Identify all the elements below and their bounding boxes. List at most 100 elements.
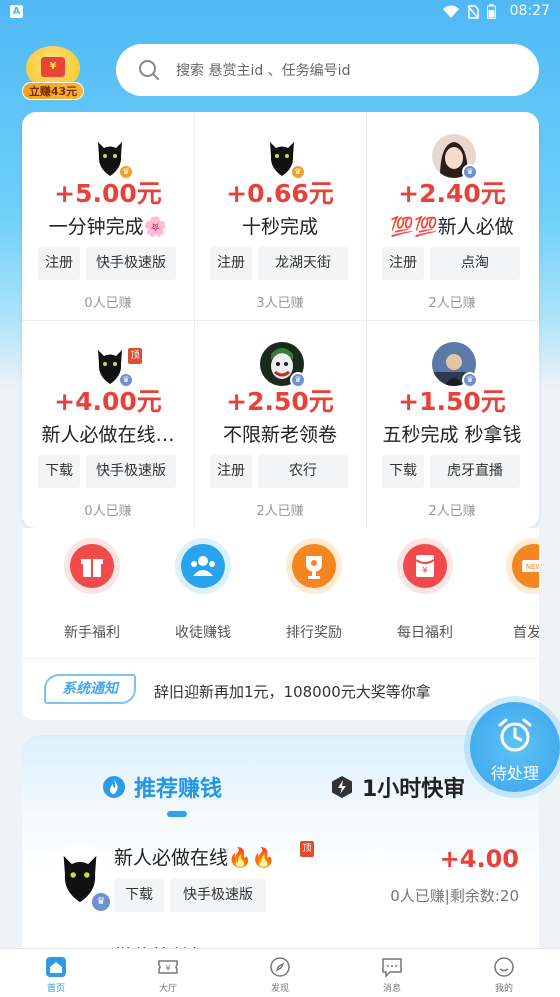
task-title: 新人必做在线🔥🔥: [114, 847, 276, 869]
task-app-tag: 虎牙直播: [430, 455, 520, 488]
task-title: 五秒完成 秒拿钱: [382, 424, 522, 446]
task-app-tag: 快手极速版: [86, 247, 176, 280]
menu-label: 新手福利: [64, 625, 120, 641]
menu-label: 收徒赚钱: [175, 625, 231, 641]
task-type-tag: 注册: [210, 455, 252, 488]
task-card[interactable]: ♛ +5.00元 一分钟完成🌸 注册 快手极速版 0人已赚: [22, 112, 194, 320]
task-amount: +2.50元: [226, 387, 334, 416]
system-notice-text[interactable]: 辞旧迎新再加1元，108000元大奖等你拿: [154, 681, 431, 702]
people-icon: [175, 538, 231, 594]
task-earned-count: 2人已赚: [428, 504, 476, 519]
svg-text:¥: ¥: [165, 964, 170, 973]
message-icon: [382, 958, 402, 978]
task-amount: +4.00元: [54, 387, 162, 416]
task-type-tag: 注册: [38, 247, 80, 280]
task-type-tag: 下载: [382, 455, 424, 488]
task-list-item[interactable]: ♛ 新人必做在线🔥🔥 顶 +4.00 下载 快手极速版 0人已赚|剩余数:20: [22, 831, 539, 931]
menu-item-new-release[interactable]: NEW 首发新: [484, 538, 539, 642]
divider: [22, 658, 539, 659]
task-earned-count: 2人已赚: [428, 296, 476, 311]
task-card[interactable]: ♛ +2.40元 💯💯新人必做 注册 点淘 2人已赚: [366, 112, 538, 320]
task-card[interactable]: ♛ +2.50元 不限新老领卷 注册 农行 2人已赚: [194, 320, 366, 528]
pinned-badge: 顶: [128, 348, 142, 364]
task-earned-count: 0人已赚|剩余数:20: [390, 887, 519, 905]
menu-label: 每日福利: [397, 625, 453, 641]
task-earned-count: 2人已赚: [256, 504, 304, 519]
task-card[interactable]: ♛ +1.50元 五秒完成 秒拿钱 下载 虎牙直播 2人已赚: [366, 320, 538, 528]
tab-label: 首页: [46, 984, 65, 994]
status-bar: A 08:27: [0, 0, 560, 24]
tab-fast-review[interactable]: 1小时快审: [330, 771, 465, 803]
menu-label: 首发新: [513, 625, 539, 641]
task-app-tag: 农行: [258, 455, 348, 488]
task-amount: +1.50元: [398, 387, 506, 416]
flame-icon: [103, 776, 125, 798]
tab-discover[interactable]: 发现: [224, 949, 336, 997]
svg-text:¥: ¥: [422, 566, 428, 576]
tab-label: 消息: [382, 984, 401, 994]
task-earned-count: 3人已赚: [256, 296, 304, 311]
task-type-tag: 注册: [210, 247, 252, 280]
search-bar[interactable]: 搜索 悬赏主id 、任务编号id: [116, 44, 539, 96]
bottom-tab-bar: 首页 ¥ 大厅 发现 消息 我的: [0, 948, 560, 997]
task-card[interactable]: ♛ 顶 +4.00元 新人必做在线… 下载 快手极速版 0人已赚: [22, 320, 194, 528]
task-title: 新人必做在线…: [41, 424, 175, 446]
tab-recommend-label: 推荐赚钱: [134, 777, 223, 802]
tab-fast-review-label: 1小时快审: [362, 777, 466, 802]
earn-badge[interactable]: ¥ 立赚43元: [22, 46, 84, 102]
menu-item-daily-bonus[interactable]: ¥ 每日福利: [375, 538, 475, 642]
home-icon: [46, 957, 66, 977]
task-app-tag: 龙湖天街: [258, 247, 348, 280]
earn-badge-label: 立赚43元: [22, 82, 84, 100]
task-app-tag: 快手极速版: [86, 455, 176, 488]
pinned-badge: 顶: [300, 841, 314, 857]
menu-item-newbie-bonus[interactable]: 新手福利: [42, 538, 142, 642]
new-icon: NEW: [506, 538, 539, 594]
menu-item-ranking[interactable]: 排行奖励: [264, 538, 364, 642]
task-title: 一分钟完成🌸: [48, 216, 168, 238]
no-sim-icon: [467, 4, 479, 19]
tab-recommend[interactable]: 推荐赚钱: [102, 771, 222, 803]
task-title: 不限新老领卷: [222, 424, 337, 446]
tab-label: 大厅: [158, 984, 177, 994]
lightning-icon: [332, 776, 352, 798]
task-type-tag: 下载: [38, 455, 80, 488]
task-type-tag: 注册: [382, 247, 424, 280]
red-envelope-icon: ¥: [41, 57, 65, 77]
app-notification-icon: A: [10, 5, 23, 18]
task-earned-count: 0人已赚: [84, 296, 132, 311]
compass-icon: [270, 957, 290, 977]
svg-text:NEW: NEW: [526, 563, 539, 571]
system-notice-tag: 系统通知: [44, 674, 136, 704]
task-amount: +0.66元: [226, 179, 334, 208]
crown-icon: ♛: [90, 891, 112, 913]
task-type-tag: 下载: [114, 879, 164, 912]
task-amount: +4.00: [439, 845, 519, 873]
task-title: 十秒完成: [241, 216, 318, 238]
ticket-icon: ¥: [158, 960, 178, 974]
task-app-tag: 快手极速版: [170, 879, 266, 912]
tab-label: 发现: [270, 984, 289, 994]
active-tab-indicator: [167, 811, 187, 817]
menu-item-recruit[interactable]: 收徒赚钱: [153, 538, 253, 642]
pending-button[interactable]: 待处理: [470, 702, 560, 792]
alarm-clock-icon: [498, 718, 532, 752]
task-earned-count: 0人已赚: [84, 504, 132, 519]
red-envelope-icon: ¥: [397, 538, 453, 594]
task-card[interactable]: ♛ +0.66元 十秒完成 注册 龙湖天街 3人已赚: [194, 112, 366, 320]
profile-icon: [494, 957, 514, 977]
search-icon: [139, 60, 159, 80]
tab-messages[interactable]: 消息: [336, 949, 448, 997]
task-grid: ♛ +5.00元 一分钟完成🌸 注册 快手极速版 0人已赚 ♛ +0.66元 十…: [22, 112, 539, 528]
tab-hall[interactable]: ¥ 大厅: [112, 949, 224, 997]
trophy-icon: [286, 538, 342, 594]
quick-menu: 新手福利 收徒赚钱 排行奖励 ¥ 每日福利 NEW 首发新 系统通知 辞旧迎新再…: [22, 528, 539, 720]
task-title: 💯💯新人必做: [390, 216, 514, 238]
task-amount: +5.00元: [54, 179, 162, 208]
tab-profile[interactable]: 我的: [448, 949, 560, 997]
task-amount: +2.40元: [398, 179, 506, 208]
clock: 08:27: [509, 3, 550, 19]
tab-home[interactable]: 首页: [0, 949, 112, 997]
recommend-section: 推荐赚钱 1小时快审 ♛ 新人必做在线🔥🔥 顶 +4.00 下载 快手极速版 0…: [22, 735, 539, 965]
wifi-icon: [443, 5, 459, 18]
